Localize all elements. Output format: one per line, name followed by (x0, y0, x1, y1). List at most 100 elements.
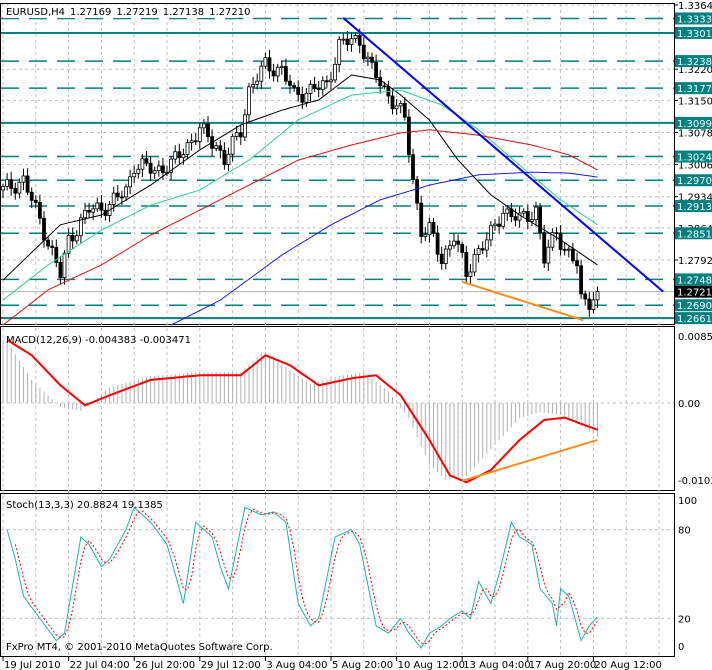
stochastic-axis-label: 80 (678, 526, 691, 537)
stochastic-main-line (6, 506, 598, 649)
candle-bearish (345, 38, 350, 45)
candle-bearish (357, 35, 362, 46)
header-open: 1.27169 (70, 7, 111, 18)
candle-bearish (70, 234, 75, 242)
level-price-label: 1.26616 (677, 314, 712, 325)
stochastic-axis-label: 20 (678, 614, 691, 625)
candle-bullish (128, 176, 133, 188)
price-axis-label: 1.27920 (678, 256, 712, 267)
candle-bearish (435, 232, 440, 255)
time-axis-label: 5 Aug 20:00 (332, 660, 393, 670)
candle-bullish (17, 181, 22, 194)
candle-bearish (42, 217, 46, 241)
candle-bearish (218, 145, 223, 151)
candle-bullish (501, 212, 506, 227)
header-close: 1.27210 (209, 7, 250, 18)
price-panel[interactable] (1, 17, 674, 326)
candle-bearish (300, 94, 305, 103)
candle-bullish (124, 186, 128, 198)
time-axis-label: 19 Jul 2010 (4, 660, 61, 670)
level-price-label: 1.29130 (677, 202, 712, 213)
candle-bullish (132, 172, 137, 178)
candle-bullish (488, 225, 493, 241)
level-price-label: 1.26905 (677, 301, 712, 312)
candle-bullish (140, 158, 145, 170)
level-price-label: 1.31775 (677, 84, 712, 95)
header-low: 1.27138 (163, 7, 204, 18)
candle-bearish (431, 222, 436, 234)
candle-bearish (378, 77, 383, 87)
candle-bullish (275, 66, 280, 77)
candle-bullish (247, 86, 251, 116)
candle-bearish (271, 70, 276, 77)
candle-bearish (390, 95, 395, 110)
level-price-label: 1.29709 (677, 176, 712, 187)
time-axis-label: 17 Aug 20:00 (529, 660, 596, 670)
candle-bullish (251, 83, 256, 88)
candle-bearish (120, 196, 124, 199)
candle-bearish (587, 298, 592, 310)
candle-bearish (160, 165, 165, 173)
time-axis-label: 20 Aug 12:00 (594, 660, 661, 670)
candle-bearish (193, 140, 198, 143)
candle-bullish (189, 140, 194, 144)
candle-bearish (283, 66, 288, 82)
candle-bearish (419, 202, 424, 237)
mt4-chart[interactable]: EURUSD,H4 1.27169 1.27219 1.27138 1.27210 MAC… (0, 0, 712, 670)
copyright-text: FxPro MT4, © 2001-2010 MetaQuotes Softwa… (6, 642, 273, 653)
candle-bearish (554, 232, 559, 235)
candle-bullish (423, 234, 428, 237)
candle-bullish (476, 248, 481, 255)
candle-bullish (21, 175, 26, 183)
candle-bullish (95, 202, 100, 210)
candle-bullish (595, 291, 600, 301)
candle-bullish (111, 192, 116, 205)
macd-label: MACD(12,26,9) -0.004383 -0.003471 (6, 335, 191, 346)
candle-bullish (353, 35, 358, 40)
candle-bullish (394, 105, 399, 110)
candle-bullish (320, 80, 325, 90)
moving-average-line (2, 89, 598, 301)
macd-axis-label: 0.00 (678, 399, 700, 410)
candle-bullish (329, 79, 333, 83)
stochastic-label: Stoch(13,3,3) 20.8824 19.1385 (6, 500, 163, 511)
candle-bullish (197, 127, 202, 142)
time-axis-label: 22 Jul 04:00 (70, 660, 130, 670)
candle-bullish (226, 153, 231, 165)
candle-bearish (99, 202, 104, 211)
candle-bullish (5, 179, 9, 187)
level-price-label: 1.30241 (677, 153, 712, 164)
axes: EURUSD,H4 1.27169 1.27219 1.27138 1.27210 MAC… (2, 1, 712, 670)
candle-bearish (58, 262, 63, 279)
candle-bearish (513, 216, 518, 221)
stochastic-panel[interactable] (6, 506, 598, 649)
candle-bullish (591, 299, 596, 310)
candle-bullish (181, 154, 186, 159)
candle-bearish (402, 102, 407, 118)
time-axis-label: 13 Aug 04:00 (463, 660, 530, 670)
candle-bearish (115, 192, 120, 198)
candle-bearish (571, 248, 575, 262)
level-price-label: 1.32382 (677, 57, 712, 68)
header-high: 1.27219 (116, 7, 157, 18)
candle-bullish (242, 114, 247, 138)
macd-panel[interactable] (2, 339, 598, 484)
candle-bullish (279, 66, 284, 68)
candle-bullish (263, 57, 268, 67)
candle-bullish (452, 240, 456, 247)
candle-bullish (447, 245, 452, 250)
candle-bearish (316, 88, 321, 90)
candle-bearish (464, 252, 469, 277)
candle-bullish (534, 206, 538, 221)
candle-bullish (83, 209, 87, 219)
candle-bullish (546, 246, 551, 264)
candle-bearish (38, 202, 42, 219)
candle-bullish (1, 186, 5, 191)
candle-bearish (460, 243, 465, 253)
candle-bearish (87, 209, 91, 213)
candle-bearish (267, 57, 272, 72)
candle-bearish (29, 191, 34, 201)
candle-bearish (292, 85, 297, 88)
price-axis-label: 1.33640 (678, 1, 712, 12)
candle-bearish (415, 179, 420, 204)
